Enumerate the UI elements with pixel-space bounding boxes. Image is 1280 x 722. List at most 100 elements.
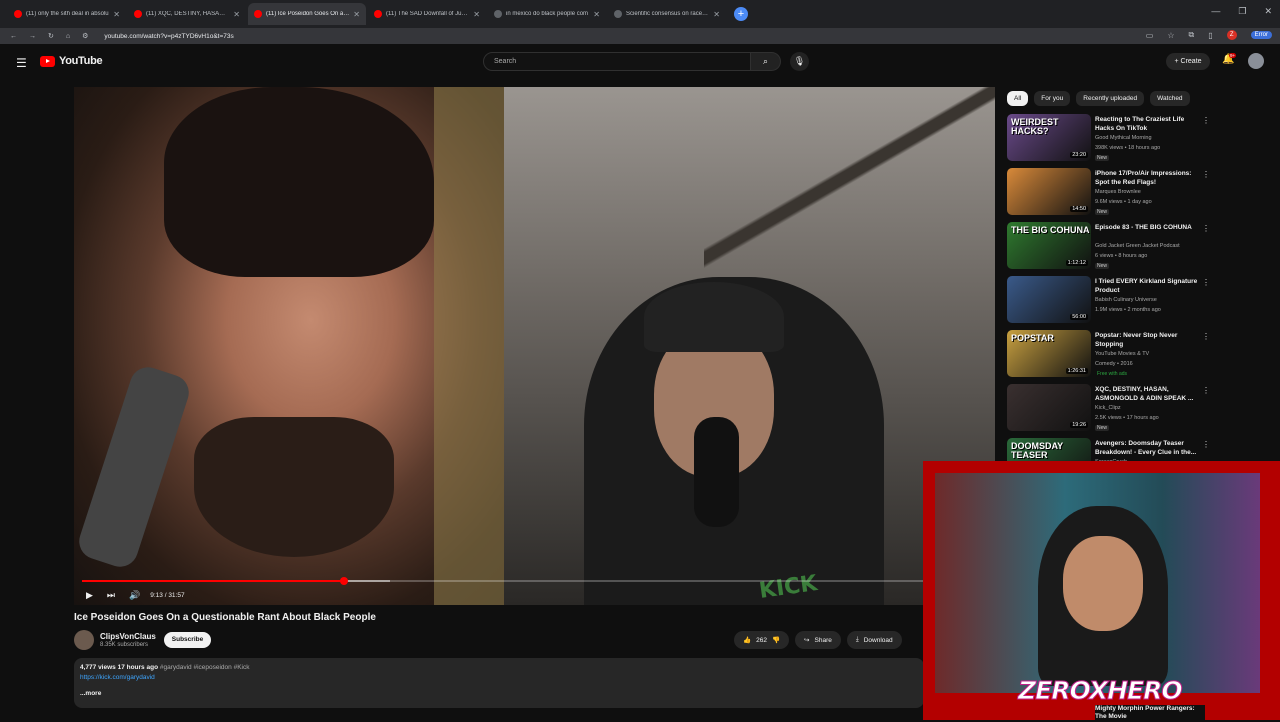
minimize-icon[interactable]: — [1211, 6, 1220, 17]
maximize-icon[interactable]: ❐ [1238, 6, 1246, 17]
tab-close-icon[interactable]: ✕ [713, 10, 720, 19]
channel-avatar[interactable] [74, 630, 94, 650]
thumbnail-text: WEIRDEST HACKS? [1011, 117, 1059, 136]
recommendation-title[interactable]: Episode 83 - THE BIG COHUNA [1095, 224, 1201, 233]
forward-icon[interactable]: → [29, 33, 36, 40]
recommendation-title[interactable]: XQC, DESTINY, HASAN, ASMONGOLD & ADIN SP… [1095, 386, 1201, 404]
recommendation-thumbnail[interactable]: 56:00 [1007, 276, 1091, 323]
download-button[interactable]: ⤓ Download [846, 631, 902, 649]
progress-bar[interactable] [82, 577, 987, 585]
show-more-button[interactable]: ...more [80, 690, 918, 697]
video-player[interactable]: KICK ▶ ⏭ 🔊 9:13 / 31:57 ㏄ ⚙ [74, 87, 995, 605]
bookmark-star-icon[interactable]: ☆ [1167, 31, 1174, 40]
recommendation-title[interactable]: Reacting to The Craziest Life Hacks On T… [1095, 116, 1201, 134]
recommendation-channel[interactable]: Gold Jacket Green Jacket Podcast [1095, 243, 1180, 249]
browser-tab[interactable]: (11) only the sith deal in absolu ✕ [8, 3, 126, 25]
search-icon: ⌕ [762, 56, 769, 66]
more-options-icon[interactable]: ⋮ [1202, 440, 1210, 449]
search-input[interactable]: Search [483, 52, 751, 71]
share-button[interactable]: ↪ Share [795, 631, 841, 649]
more-options-icon[interactable]: ⋮ [1202, 278, 1210, 287]
recommendation-thumbnail[interactable]: 19:26 [1007, 384, 1091, 431]
recommendation-thumbnail[interactable]: WEIRDEST HACKS? 23:20 [1007, 114, 1091, 161]
error-pill[interactable]: Error [1250, 31, 1272, 39]
site-info-icon[interactable]: ⚙ [82, 32, 88, 40]
recommendation-title[interactable]: Avengers: Doomsday Teaser Breakdown! - E… [1095, 440, 1201, 458]
recommendation-channel[interactable]: YouTube Movies & TV [1095, 351, 1149, 357]
recommendation-item[interactable]: 19:26 XQC, DESTINY, HASAN, ASMONGOLD & AD… [1007, 384, 1217, 434]
recommendation-title[interactable]: I Tried EVERY Kirkland Signature Product [1095, 278, 1201, 296]
tab-title: (11) XQC, DESTINY, HASAN, AS [146, 11, 230, 17]
reload-icon[interactable]: ↻ [48, 32, 54, 40]
recommendation-item[interactable]: POPSTAR 1:26:31 Popstar: Never Stop Never … [1007, 330, 1217, 380]
like-dislike-button[interactable]: 👍 262 👎 [734, 631, 790, 649]
more-options-icon[interactable]: ⋮ [1202, 224, 1210, 233]
recommendation-item[interactable]: WEIRDEST HACKS? 23:20 Reacting to The Craz… [1007, 114, 1217, 164]
recommendation-item[interactable]: 14:50 iPhone 17/Pro/Air Impressions: Spot… [1007, 168, 1217, 218]
tab-close-icon[interactable]: ✕ [353, 10, 360, 19]
create-button[interactable]: + Create [1166, 53, 1210, 70]
browser-tab[interactable]: (11) Ice Poseidon Goes On a Qu ✕ [248, 3, 366, 25]
recommendation-thumbnail[interactable]: THE BIG COHUNA 1:12:12 [1007, 222, 1091, 269]
logo-text: YouTube [59, 55, 103, 67]
home-icon[interactable]: ⌂ [66, 33, 70, 40]
thumbs-up-icon[interactable]: 👍 [743, 636, 751, 644]
recommendation-thumbnail[interactable]: POPSTAR 1:26:31 [1007, 330, 1091, 377]
recommendation-title[interactable]: Popstar: Never Stop Never Stopping [1095, 332, 1201, 350]
new-tab-button[interactable]: + [734, 7, 748, 21]
more-options-icon[interactable]: ⋮ [1202, 170, 1210, 179]
tab-close-icon[interactable]: ✕ [473, 10, 480, 19]
browser-tab[interactable]: (11) The SAD Downfall of Justa ✕ [368, 3, 486, 25]
recommendation-title[interactable]: iPhone 17/Pro/Air Impressions: Spot the … [1095, 170, 1201, 188]
recommendation-thumbnail[interactable]: 14:50 [1007, 168, 1091, 215]
filter-chip[interactable]: Watched [1150, 91, 1190, 106]
url-field[interactable]: youtube.com/watch?v=p4zTYD6vH1o&t=73s [104, 33, 233, 40]
browser-tab[interactable]: (11) XQC, DESTINY, HASAN, AS ✕ [128, 3, 246, 25]
back-icon[interactable]: ← [10, 33, 17, 40]
description-link[interactable]: https://kick.com/garydavid [80, 674, 918, 681]
duration-badge: 1:12:12 [1065, 260, 1088, 266]
sidebar-icon[interactable]: ▯ [1208, 31, 1212, 40]
voice-search-button[interactable]: 🎙 [790, 52, 809, 71]
duration-badge: 19:26 [1070, 422, 1088, 428]
recommendation-channel[interactable]: Kick_Clipz [1095, 405, 1121, 411]
more-options-icon[interactable]: ⋮ [1202, 386, 1210, 395]
next-icon[interactable]: ⏭ [107, 590, 115, 601]
video-actions: 👍 262 👎 ↪ Share ⤓ Download [734, 631, 902, 649]
youtube-logo[interactable]: YouTube [40, 55, 103, 67]
tab-close-icon[interactable]: ✕ [113, 10, 120, 19]
more-options-icon[interactable]: ⋮ [1202, 116, 1210, 125]
hashtags[interactable]: #garydavid #iceposeidon #Kick [160, 664, 250, 671]
cast-icon[interactable]: ▭ [1146, 31, 1154, 40]
channel-name[interactable]: ClipsVonClaus [100, 632, 156, 641]
menu-icon[interactable]: ☰ [16, 56, 27, 70]
close-window-icon[interactable]: ✕ [1264, 6, 1272, 17]
subscribe-button[interactable]: Subscribe [164, 632, 211, 648]
progress-scrubber[interactable] [339, 577, 348, 585]
recommendation-channel[interactable]: Good Mythical Morning [1095, 135, 1152, 141]
filter-chip[interactable]: All [1007, 91, 1029, 106]
recommendation-item[interactable]: THE BIG COHUNA 1:12:12 Episode 83 - THE BI… [1007, 222, 1217, 272]
more-options-icon[interactable]: ⋮ [1202, 332, 1210, 341]
play-icon[interactable]: ▶ [86, 590, 93, 601]
tab-close-icon[interactable]: ✕ [233, 10, 240, 19]
peek-recommendation-title[interactable]: Mighty Morphin Power Rangers: The Movie [1095, 705, 1205, 722]
notifications-badge: 9+ [1229, 53, 1237, 58]
extensions-icon[interactable]: ⧉ [1189, 30, 1195, 40]
thumbs-down-icon[interactable]: 👎 [772, 636, 780, 644]
recommendation-channel[interactable]: Marques Brownlee [1095, 189, 1141, 195]
browser-tab[interactable]: Scientific consensus on race IQ ✕ [608, 3, 726, 25]
profile-icon[interactable]: Z [1226, 30, 1237, 40]
volume-icon[interactable]: 🔊 [129, 590, 140, 601]
tab-close-icon[interactable]: ✕ [593, 10, 600, 19]
recommendation-item[interactable]: 56:00 I Tried EVERY Kirkland Signature Pr… [1007, 276, 1217, 326]
filter-chip[interactable]: For you [1034, 91, 1071, 106]
browser-toolbar: ▭ ☆ ⧉ ▯ Z Error [1146, 30, 1272, 40]
share-label: Share [814, 636, 832, 644]
search-button[interactable]: ⌕ [751, 52, 781, 71]
browser-tab[interactable]: in mexico do black people com ✕ [488, 3, 606, 25]
filter-chip[interactable]: Recently uploaded [1076, 91, 1145, 106]
account-avatar[interactable] [1248, 53, 1264, 69]
recommendation-channel[interactable]: Babish Culinary Universe [1095, 297, 1157, 303]
description-box[interactable]: 4,777 views 17 hours ago #garydavid #ice… [74, 658, 924, 708]
